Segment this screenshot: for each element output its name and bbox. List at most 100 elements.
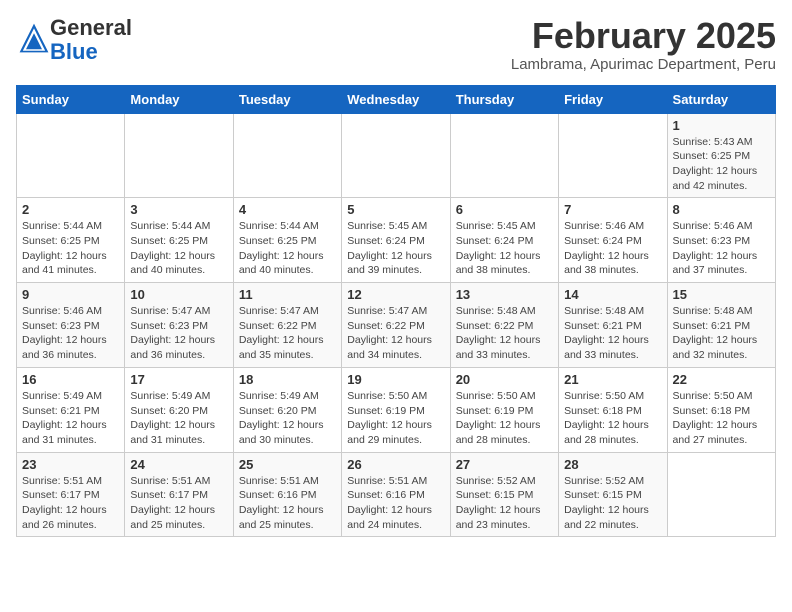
calendar-cell: 28Sunrise: 5:52 AM Sunset: 6:15 PM Dayli… bbox=[559, 452, 667, 537]
day-number: 23 bbox=[22, 457, 119, 472]
calendar-cell: 11Sunrise: 5:47 AM Sunset: 6:22 PM Dayli… bbox=[233, 283, 341, 368]
logo-icon bbox=[18, 22, 50, 54]
day-number: 18 bbox=[239, 372, 336, 387]
day-info: Sunrise: 5:50 AM Sunset: 6:19 PM Dayligh… bbox=[347, 389, 444, 448]
day-info: Sunrise: 5:50 AM Sunset: 6:19 PM Dayligh… bbox=[456, 389, 553, 448]
day-number: 9 bbox=[22, 287, 119, 302]
calendar-cell: 10 Sunrise: 5:47 AM Sunset: 6:23 PM Dayli… bbox=[125, 283, 233, 368]
calendar-cell bbox=[667, 452, 775, 537]
day-info: Sunrise: 5:49 AM Sunset: 6:20 PM Dayligh… bbox=[130, 389, 227, 448]
day-number: 16 bbox=[22, 372, 119, 387]
day-number: 3 bbox=[130, 202, 227, 217]
day-number: 6 bbox=[456, 202, 553, 217]
column-header-sunday: Sunday bbox=[17, 85, 125, 113]
calendar-cell: 19 Sunrise: 5:50 AM Sunset: 6:19 PM Dayli… bbox=[342, 367, 450, 452]
day-number: 1 bbox=[673, 118, 770, 133]
day-info: Sunrise: 5:51 AM Sunset: 6:16 PM Dayligh… bbox=[347, 474, 444, 533]
calendar-cell: 16Sunrise: 5:49 AM Sunset: 6:21 PM Dayli… bbox=[17, 367, 125, 452]
calendar-cell: 7 Sunrise: 5:46 AM Sunset: 6:24 PM Daylig… bbox=[559, 198, 667, 283]
calendar-cell bbox=[342, 113, 450, 198]
calendar-table: SundayMondayTuesdayWednesdayThursdayFrid… bbox=[16, 85, 776, 538]
month-title: February 2025 bbox=[511, 16, 776, 56]
calendar-cell: 14Sunrise: 5:48 AM Sunset: 6:21 PM Dayli… bbox=[559, 283, 667, 368]
day-number: 22 bbox=[673, 372, 770, 387]
column-header-thursday: Thursday bbox=[450, 85, 558, 113]
day-info: Sunrise: 5:44 AM Sunset: 6:25 PM Dayligh… bbox=[22, 219, 119, 278]
calendar-cell: 26 Sunrise: 5:51 AM Sunset: 6:16 PM Dayli… bbox=[342, 452, 450, 537]
calendar-cell: 23 Sunrise: 5:51 AM Sunset: 6:17 PM Dayli… bbox=[17, 452, 125, 537]
logo-blue: Blue bbox=[50, 39, 98, 64]
calendar-cell bbox=[17, 113, 125, 198]
day-info: Sunrise: 5:52 AM Sunset: 6:15 PM Dayligh… bbox=[564, 474, 661, 533]
calendar-header-row: SundayMondayTuesdayWednesdayThursdayFrid… bbox=[17, 85, 776, 113]
column-header-wednesday: Wednesday bbox=[342, 85, 450, 113]
day-number: 8 bbox=[673, 202, 770, 217]
day-info: Sunrise: 5:45 AM Sunset: 6:24 PM Dayligh… bbox=[456, 219, 553, 278]
day-number: 19 bbox=[347, 372, 444, 387]
calendar-cell: 13Sunrise: 5:48 AM Sunset: 6:22 PM Dayli… bbox=[450, 283, 558, 368]
day-number: 26 bbox=[347, 457, 444, 472]
column-header-monday: Monday bbox=[125, 85, 233, 113]
calendar-cell: 18 Sunrise: 5:49 AM Sunset: 6:20 PM Dayli… bbox=[233, 367, 341, 452]
day-number: 2 bbox=[22, 202, 119, 217]
day-info: Sunrise: 5:48 AM Sunset: 6:22 PM Dayligh… bbox=[456, 304, 553, 363]
logo: General Blue bbox=[16, 16, 132, 64]
column-header-friday: Friday bbox=[559, 85, 667, 113]
calendar-cell: 17 Sunrise: 5:49 AM Sunset: 6:20 PM Dayli… bbox=[125, 367, 233, 452]
header: General Blue February 2025 Lambrama, Apu… bbox=[16, 16, 776, 73]
day-number: 17 bbox=[130, 372, 227, 387]
calendar-cell bbox=[450, 113, 558, 198]
day-info: Sunrise: 5:48 AM Sunset: 6:21 PM Dayligh… bbox=[564, 304, 661, 363]
calendar-cell: 8 Sunrise: 5:46 AM Sunset: 6:23 PM Daylig… bbox=[667, 198, 775, 283]
calendar-cell: 3 Sunrise: 5:44 AM Sunset: 6:25 PM Daylig… bbox=[125, 198, 233, 283]
calendar-cell bbox=[125, 113, 233, 198]
calendar-cell: 20 Sunrise: 5:50 AM Sunset: 6:19 PM Dayli… bbox=[450, 367, 558, 452]
calendar-cell: 24Sunrise: 5:51 AM Sunset: 6:17 PM Dayli… bbox=[125, 452, 233, 537]
calendar-cell: 1Sunrise: 5:43 AM Sunset: 6:25 PM Daylig… bbox=[667, 113, 775, 198]
day-info: Sunrise: 5:46 AM Sunset: 6:23 PM Dayligh… bbox=[22, 304, 119, 363]
calendar-cell: 9 Sunrise: 5:46 AM Sunset: 6:23 PM Daylig… bbox=[17, 283, 125, 368]
calendar-cell: 4 Sunrise: 5:44 AM Sunset: 6:25 PM Daylig… bbox=[233, 198, 341, 283]
day-info: Sunrise: 5:46 AM Sunset: 6:23 PM Dayligh… bbox=[673, 219, 770, 278]
calendar-cell: 21 Sunrise: 5:50 AM Sunset: 6:18 PM Dayli… bbox=[559, 367, 667, 452]
day-info: Sunrise: 5:47 AM Sunset: 6:23 PM Dayligh… bbox=[130, 304, 227, 363]
day-info: Sunrise: 5:50 AM Sunset: 6:18 PM Dayligh… bbox=[673, 389, 770, 448]
calendar-cell bbox=[233, 113, 341, 198]
day-number: 7 bbox=[564, 202, 661, 217]
day-info: Sunrise: 5:51 AM Sunset: 6:17 PM Dayligh… bbox=[22, 474, 119, 533]
day-number: 24 bbox=[130, 457, 227, 472]
calendar-cell: 15 Sunrise: 5:48 AM Sunset: 6:21 PM Dayli… bbox=[667, 283, 775, 368]
day-info: Sunrise: 5:51 AM Sunset: 6:16 PM Dayligh… bbox=[239, 474, 336, 533]
day-info: Sunrise: 5:45 AM Sunset: 6:24 PM Dayligh… bbox=[347, 219, 444, 278]
day-number: 20 bbox=[456, 372, 553, 387]
day-number: 27 bbox=[456, 457, 553, 472]
title-area: February 2025 Lambrama, Apurimac Departm… bbox=[511, 16, 776, 73]
day-info: Sunrise: 5:44 AM Sunset: 6:25 PM Dayligh… bbox=[130, 219, 227, 278]
calendar-cell: 12 Sunrise: 5:47 AM Sunset: 6:22 PM Dayli… bbox=[342, 283, 450, 368]
calendar-cell bbox=[559, 113, 667, 198]
day-number: 4 bbox=[239, 202, 336, 217]
calendar-cell: 27 Sunrise: 5:52 AM Sunset: 6:15 PM Dayli… bbox=[450, 452, 558, 537]
day-number: 15 bbox=[673, 287, 770, 302]
day-number: 25 bbox=[239, 457, 336, 472]
day-info: Sunrise: 5:50 AM Sunset: 6:18 PM Dayligh… bbox=[564, 389, 661, 448]
day-number: 12 bbox=[347, 287, 444, 302]
day-number: 10 bbox=[130, 287, 227, 302]
day-info: Sunrise: 5:52 AM Sunset: 6:15 PM Dayligh… bbox=[456, 474, 553, 533]
subtitle: Lambrama, Apurimac Department, Peru bbox=[511, 56, 776, 73]
calendar-week-row: 1Sunrise: 5:43 AM Sunset: 6:25 PM Daylig… bbox=[17, 113, 776, 198]
column-header-tuesday: Tuesday bbox=[233, 85, 341, 113]
logo-general: General bbox=[50, 15, 132, 40]
day-number: 11 bbox=[239, 287, 336, 302]
column-header-saturday: Saturday bbox=[667, 85, 775, 113]
day-info: Sunrise: 5:49 AM Sunset: 6:20 PM Dayligh… bbox=[239, 389, 336, 448]
calendar-cell: 6 Sunrise: 5:45 AM Sunset: 6:24 PM Daylig… bbox=[450, 198, 558, 283]
logo-text: General Blue bbox=[50, 16, 132, 64]
day-info: Sunrise: 5:46 AM Sunset: 6:24 PM Dayligh… bbox=[564, 219, 661, 278]
calendar-week-row: 16Sunrise: 5:49 AM Sunset: 6:21 PM Dayli… bbox=[17, 367, 776, 452]
day-info: Sunrise: 5:47 AM Sunset: 6:22 PM Dayligh… bbox=[347, 304, 444, 363]
day-info: Sunrise: 5:48 AM Sunset: 6:21 PM Dayligh… bbox=[673, 304, 770, 363]
day-number: 21 bbox=[564, 372, 661, 387]
day-info: Sunrise: 5:44 AM Sunset: 6:25 PM Dayligh… bbox=[239, 219, 336, 278]
calendar-week-row: 2 Sunrise: 5:44 AM Sunset: 6:25 PM Daylig… bbox=[17, 198, 776, 283]
